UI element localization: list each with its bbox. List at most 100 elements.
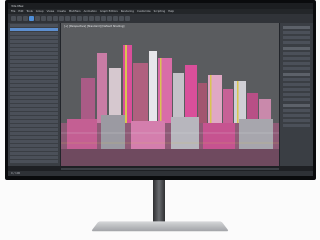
toolbar-icon[interactable] (47, 16, 52, 21)
rollout-header[interactable] (283, 73, 310, 76)
timeline-track[interactable] (61, 167, 279, 170)
app-title: 3ds Max (11, 4, 24, 8)
property-row[interactable] (283, 83, 310, 86)
property-row[interactable] (283, 98, 310, 101)
rollout-header[interactable] (283, 47, 310, 50)
list-item[interactable] (10, 136, 58, 139)
list-item[interactable] (10, 140, 58, 143)
toolbar-icon[interactable] (41, 16, 46, 21)
property-row[interactable] (283, 124, 310, 127)
list-item[interactable] (10, 112, 58, 115)
list-item[interactable] (10, 36, 58, 39)
list-item[interactable] (10, 44, 58, 47)
toolbar-icon[interactable] (95, 16, 100, 21)
toolbar-icon[interactable] (107, 16, 112, 21)
toolbar-icon[interactable] (125, 16, 130, 21)
property-row[interactable] (283, 78, 310, 81)
list-item[interactable] (10, 124, 58, 127)
property-row[interactable] (283, 62, 310, 65)
rollout-header[interactable] (283, 26, 310, 29)
list-item[interactable] (10, 108, 58, 111)
property-row[interactable] (283, 93, 310, 96)
list-item[interactable] (10, 80, 58, 83)
list-item[interactable] (10, 104, 58, 107)
list-item[interactable] (10, 28, 58, 31)
toolbar-icon[interactable] (59, 16, 64, 21)
monitor-base (91, 221, 229, 232)
toolbar-icon[interactable] (89, 16, 94, 21)
property-row[interactable] (283, 109, 310, 112)
list-item[interactable] (10, 92, 58, 95)
property-row[interactable] (283, 114, 310, 117)
list-item[interactable] (10, 64, 58, 67)
list-item[interactable] (10, 144, 58, 147)
toolbar-icon[interactable] (101, 16, 106, 21)
toolbar-icon[interactable] (53, 16, 58, 21)
monitor: 3ds Max File Edit Tools Group Views Crea… (5, 0, 316, 180)
list-item[interactable] (10, 52, 58, 55)
list-item[interactable] (10, 76, 58, 79)
toolbar-icon[interactable] (65, 16, 70, 21)
list-item[interactable] (10, 40, 58, 43)
menu-create[interactable]: Create (57, 10, 66, 13)
toolbar-icon[interactable] (71, 16, 76, 21)
property-row[interactable] (283, 57, 310, 60)
menu-animation[interactable]: Animation (84, 10, 97, 13)
list-item[interactable] (10, 96, 58, 99)
property-row[interactable] (283, 88, 310, 91)
list-item[interactable] (10, 32, 58, 35)
monitor-stand-icon (153, 180, 165, 223)
perspective-viewport[interactable]: [+] [Perspective] [Standard] [Default Sh… (61, 23, 279, 166)
toolbar-icon[interactable] (77, 16, 82, 21)
toolbar-icon[interactable] (29, 16, 34, 21)
menu-graph-editors[interactable]: Graph Editors (100, 10, 118, 13)
list-item[interactable] (10, 132, 58, 135)
list-item[interactable] (10, 72, 58, 75)
menu-rendering[interactable]: Rendering (121, 10, 134, 13)
menu-modifiers[interactable]: Modifiers (69, 10, 81, 13)
list-item[interactable] (10, 156, 58, 159)
toolbar-icon[interactable] (35, 16, 40, 21)
toolbar-icon[interactable] (11, 16, 16, 21)
scene-explorer (8, 23, 61, 166)
menu-tools[interactable]: Tools (26, 10, 32, 13)
property-row[interactable] (283, 119, 310, 122)
menu-file[interactable]: File (11, 10, 15, 13)
property-row[interactable] (283, 41, 310, 44)
list-item[interactable] (10, 148, 58, 151)
property-row[interactable] (283, 67, 310, 70)
property-row[interactable] (283, 31, 310, 34)
toolbar-icon[interactable] (17, 16, 22, 21)
property-row[interactable] (283, 36, 310, 39)
rollout-header[interactable] (283, 104, 310, 107)
menu-customize[interactable]: Customize (137, 10, 151, 13)
list-item[interactable] (10, 100, 58, 103)
menu-help[interactable]: Help (168, 10, 174, 13)
menu-edit[interactable]: Edit (18, 10, 23, 13)
list-item[interactable] (10, 56, 58, 59)
list-item[interactable] (10, 84, 58, 87)
toolbar-icon[interactable] (119, 16, 124, 21)
menu-views[interactable]: Views (47, 10, 55, 13)
menu-scripting[interactable]: Scripting (154, 10, 166, 13)
main-toolbar (8, 14, 313, 23)
property-row[interactable] (283, 52, 310, 55)
list-item[interactable] (10, 88, 58, 91)
list-item[interactable] (10, 24, 58, 27)
list-item[interactable] (10, 48, 58, 51)
toolbar-icon[interactable] (23, 16, 28, 21)
city-wireframe-render (61, 23, 279, 166)
toolbar-icon[interactable] (83, 16, 88, 21)
menu-group[interactable]: Group (36, 10, 44, 13)
viewport-label[interactable]: [+] [Perspective] [Standard] [Default Sh… (64, 25, 124, 28)
list-item[interactable] (10, 152, 58, 155)
status-bar: 0 / 100 (8, 171, 313, 176)
toolbar-icon[interactable] (113, 16, 118, 21)
list-item[interactable] (10, 60, 58, 63)
list-item[interactable] (10, 160, 58, 163)
list-item[interactable] (10, 128, 58, 131)
list-item[interactable] (10, 116, 58, 119)
command-panel (279, 23, 313, 166)
list-item[interactable] (10, 68, 58, 71)
list-item[interactable] (10, 120, 58, 123)
